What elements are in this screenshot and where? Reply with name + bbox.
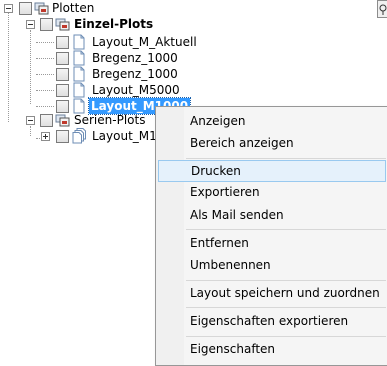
menu-separator <box>186 280 386 281</box>
document-stack-icon <box>72 128 86 144</box>
tree-node-label[interactable]: Bregenz_1000 <box>92 50 178 66</box>
menu-separator <box>186 307 386 308</box>
menu-item-exportieren[interactable]: Exportieren <box>158 181 386 203</box>
menu-item-entfernen[interactable]: Entfernen <box>158 232 386 254</box>
menu-item-layout-speichern-und-zuordnen[interactable]: Layout speichern und zuordnen <box>158 282 386 304</box>
tree-line <box>30 30 31 104</box>
checkbox[interactable] <box>40 18 53 31</box>
tree-node-label[interactable]: Layout_M10 <box>92 128 164 144</box>
plot-group-icon <box>55 18 70 31</box>
checkbox[interactable] <box>19 2 32 15</box>
menu-item-als-mail-senden[interactable]: Als Mail senden <box>158 204 386 226</box>
plot-group-icon <box>34 2 49 15</box>
menu-separator <box>186 158 386 159</box>
tree-line <box>30 126 31 136</box>
pin-button[interactable] <box>377 0 387 18</box>
context-menu: Anzeigen Bereich anzeigen Drucken Export… <box>155 106 387 366</box>
menu-item-anzeigen[interactable]: Anzeigen <box>158 110 386 132</box>
document-icon <box>73 66 85 82</box>
tree-line <box>36 42 54 43</box>
checkbox[interactable] <box>56 84 69 97</box>
document-icon <box>73 82 85 98</box>
tree-node-label[interactable]: Layout_M_Aktuell <box>92 34 197 50</box>
expander-collapse-icon[interactable] <box>26 20 35 29</box>
checkbox[interactable] <box>56 130 69 143</box>
document-icon <box>73 34 85 50</box>
expander-collapse-icon[interactable] <box>4 4 13 13</box>
expander-collapse-icon[interactable] <box>26 116 35 125</box>
menu-item-bereich-anzeigen[interactable]: Bereich anzeigen <box>158 132 386 154</box>
tree-node-label[interactable]: Bregenz_1000 <box>92 66 178 82</box>
menu-item-eigenschaften-exportieren[interactable]: Eigenschaften exportieren <box>158 310 386 332</box>
menu-separator <box>186 336 386 337</box>
tree-line <box>36 106 54 107</box>
plot-group-icon <box>55 114 70 127</box>
checkbox[interactable] <box>56 36 69 49</box>
menu-item-drucken[interactable]: Drucken <box>158 160 386 182</box>
menu-separator <box>186 229 386 230</box>
tree-line <box>36 138 40 139</box>
tree-line <box>8 12 9 122</box>
menu-item-eigenschaften[interactable]: Eigenschaften <box>158 338 386 360</box>
tree-node-label[interactable]: Layout_M5000 <box>92 82 180 98</box>
checkbox[interactable] <box>56 68 69 81</box>
document-icon <box>73 50 85 66</box>
tree-line <box>36 90 54 91</box>
pin-icon <box>379 4 387 15</box>
menu-item-umbenennen[interactable]: Umbenennen <box>158 254 386 276</box>
checkbox[interactable] <box>40 114 53 127</box>
tree-line <box>36 74 54 75</box>
tree-node-label[interactable]: Plotten <box>52 0 94 16</box>
expander-expand-icon[interactable] <box>41 132 50 141</box>
checkbox[interactable] <box>56 52 69 65</box>
tree-line <box>36 58 54 59</box>
tree-node-label[interactable]: Einzel-Plots <box>74 16 153 32</box>
tree-node-label[interactable]: Serien-Plots <box>74 112 145 128</box>
